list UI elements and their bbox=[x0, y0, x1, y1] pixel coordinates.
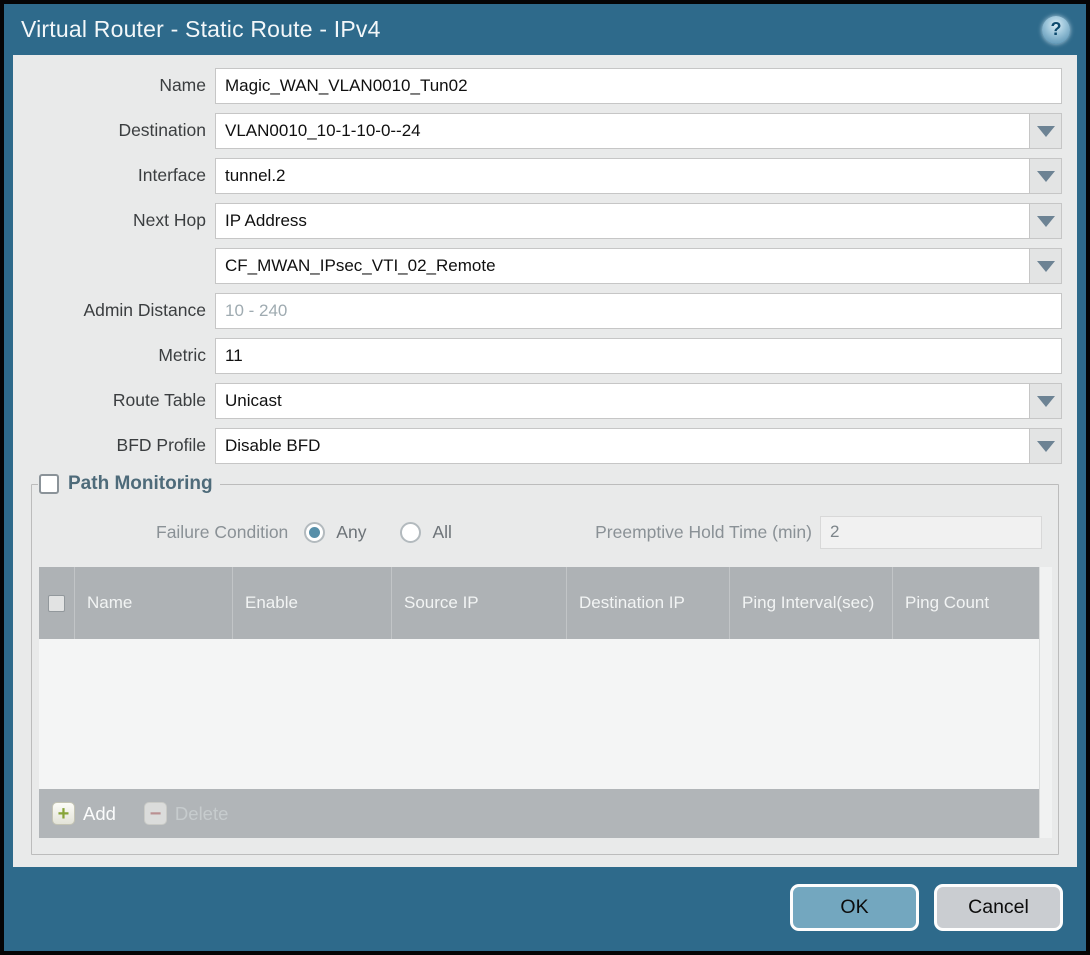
route-table-label: Route Table bbox=[13, 390, 206, 412]
chevron-down-icon bbox=[1037, 396, 1055, 407]
name-row: Name bbox=[13, 68, 1062, 104]
preemptive-hold-time-label: Preemptive Hold Time (min) bbox=[595, 522, 812, 543]
dialog-title: Virtual Router - Static Route - IPv4 bbox=[21, 16, 381, 43]
plus-icon: + bbox=[52, 802, 75, 825]
column-header-source-ip[interactable]: Source IP bbox=[391, 567, 566, 639]
ok-button[interactable]: OK bbox=[790, 884, 919, 931]
chevron-down-icon bbox=[1037, 261, 1055, 272]
dialog-titlebar: Virtual Router - Static Route - IPv4 ? bbox=[4, 4, 1086, 55]
failure-condition-all-radio[interactable] bbox=[400, 522, 421, 543]
dialog-footer: OK Cancel bbox=[4, 867, 1086, 951]
column-header-destination-ip[interactable]: Destination IP bbox=[566, 567, 729, 639]
metric-input[interactable] bbox=[215, 338, 1062, 374]
failure-condition-any-label: Any bbox=[336, 522, 366, 543]
name-input[interactable] bbox=[215, 68, 1062, 104]
metric-label: Metric bbox=[13, 345, 206, 367]
table-header-row: Name Enable Source IP Destination IP Pin… bbox=[39, 567, 1039, 639]
interface-input[interactable] bbox=[215, 158, 1030, 194]
table-header-select-cell bbox=[39, 567, 74, 639]
delete-button-label: Delete bbox=[175, 803, 228, 825]
chevron-down-icon bbox=[1037, 216, 1055, 227]
table-body-empty bbox=[39, 639, 1039, 789]
next-hop-address-input[interactable] bbox=[215, 248, 1030, 284]
delete-button[interactable]: − Delete bbox=[144, 802, 228, 825]
next-hop-address-row bbox=[13, 248, 1062, 284]
table-action-bar: + Add − Delete bbox=[39, 789, 1039, 838]
column-header-ping-count[interactable]: Ping Count bbox=[892, 567, 1039, 639]
destination-label: Destination bbox=[13, 120, 206, 142]
bfd-profile-input[interactable] bbox=[215, 428, 1030, 464]
next-hop-row: Next Hop bbox=[13, 203, 1062, 239]
add-button[interactable]: + Add bbox=[52, 802, 116, 825]
next-hop-address-label bbox=[13, 266, 206, 267]
chevron-down-icon bbox=[1037, 171, 1055, 182]
path-monitoring-legend: Path Monitoring bbox=[38, 473, 220, 495]
path-monitoring-title: Path Monitoring bbox=[68, 473, 213, 495]
chevron-down-icon bbox=[1037, 441, 1055, 452]
admin-distance-label: Admin Distance bbox=[13, 300, 206, 322]
admin-distance-row: Admin Distance bbox=[13, 293, 1062, 329]
chevron-down-icon bbox=[1037, 126, 1055, 137]
interface-row: Interface bbox=[13, 158, 1062, 194]
destination-row: Destination bbox=[13, 113, 1062, 149]
next-hop-address-dropdown-button[interactable] bbox=[1030, 248, 1062, 284]
minus-icon: − bbox=[144, 802, 167, 825]
help-icon[interactable]: ? bbox=[1042, 16, 1070, 44]
next-hop-type-input[interactable] bbox=[215, 203, 1030, 239]
interface-dropdown-button[interactable] bbox=[1030, 158, 1062, 194]
metric-row: Metric bbox=[13, 338, 1062, 374]
path-monitoring-table: Name Enable Source IP Destination IP Pin… bbox=[39, 567, 1052, 838]
name-label: Name bbox=[13, 75, 206, 97]
column-header-name[interactable]: Name bbox=[74, 567, 232, 639]
route-table-dropdown-button[interactable] bbox=[1030, 383, 1062, 419]
select-all-checkbox[interactable] bbox=[48, 595, 65, 612]
route-table-row: Route Table bbox=[13, 383, 1062, 419]
admin-distance-input[interactable] bbox=[215, 293, 1062, 329]
bfd-profile-label: BFD Profile bbox=[13, 435, 206, 457]
column-header-ping-interval[interactable]: Ping Interval(sec) bbox=[729, 567, 892, 639]
failure-condition-all-label: All bbox=[432, 522, 451, 543]
dialog-body: Name Destination Interface Next Hop bbox=[13, 55, 1077, 867]
next-hop-dropdown-button[interactable] bbox=[1030, 203, 1062, 239]
add-button-label: Add bbox=[83, 803, 116, 825]
failure-condition-row: Failure Condition Any All Preemptive Hol… bbox=[156, 515, 1042, 549]
cancel-button[interactable]: Cancel bbox=[934, 884, 1063, 931]
route-table-input[interactable] bbox=[215, 383, 1030, 419]
interface-label: Interface bbox=[13, 165, 206, 187]
path-monitoring-section: Path Monitoring Failure Condition Any Al… bbox=[31, 473, 1059, 855]
path-monitoring-checkbox[interactable] bbox=[39, 474, 59, 494]
failure-condition-any-radio[interactable] bbox=[304, 522, 325, 543]
preemptive-hold-time-input[interactable] bbox=[820, 516, 1042, 549]
failure-condition-label: Failure Condition bbox=[156, 522, 288, 543]
column-header-enable[interactable]: Enable bbox=[232, 567, 391, 639]
destination-input[interactable] bbox=[215, 113, 1030, 149]
destination-dropdown-button[interactable] bbox=[1030, 113, 1062, 149]
bfd-profile-row: BFD Profile bbox=[13, 428, 1062, 464]
static-route-dialog: Virtual Router - Static Route - IPv4 ? N… bbox=[0, 0, 1090, 955]
bfd-profile-dropdown-button[interactable] bbox=[1030, 428, 1062, 464]
table-scrollbar[interactable] bbox=[1039, 567, 1052, 838]
next-hop-label: Next Hop bbox=[13, 210, 206, 232]
